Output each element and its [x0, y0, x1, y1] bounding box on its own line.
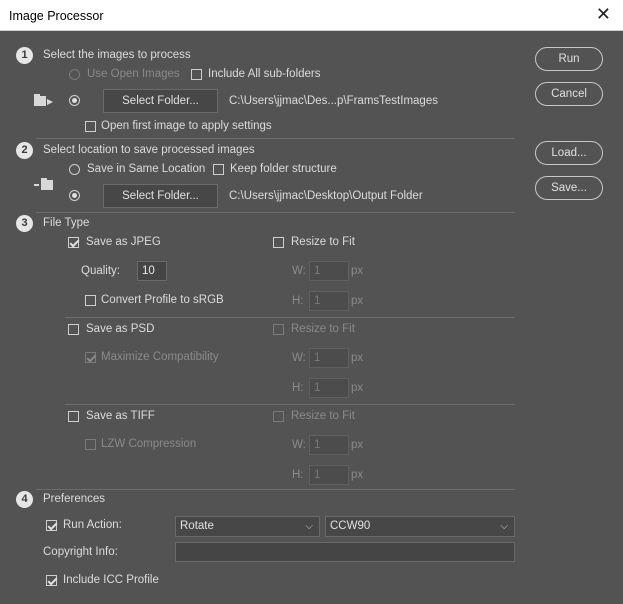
maximize-compatibility-checkbox[interactable] — [85, 352, 96, 363]
maximize-compatibility-label: Maximize Compatibility — [101, 351, 219, 363]
folder-import-icon — [34, 94, 53, 106]
use-open-images-radio[interactable] — [69, 69, 80, 80]
select-output-folder-button[interactable]: Select Folder... — [103, 184, 218, 208]
source-folder-path: C:\Users\jjmac\Des...p\FramsTestImages — [229, 95, 438, 107]
tiff-h-label: H: — [292, 469, 304, 481]
jpeg-width-input[interactable]: 1 — [309, 261, 349, 281]
jpeg-h-unit: px — [351, 295, 364, 307]
close-icon[interactable]: ✕ — [596, 4, 611, 25]
select-folder-radio[interactable] — [69, 95, 80, 106]
load-button[interactable]: Load... — [535, 141, 603, 165]
jpeg-w-unit: px — [351, 265, 364, 277]
action-value: CCW90 — [330, 520, 371, 532]
psd-w-unit: px — [351, 352, 364, 364]
jpeg-height-input[interactable]: 1 — [309, 291, 349, 311]
save-button[interactable]: Save... — [535, 176, 603, 200]
step-3-badge: 3 — [16, 215, 33, 232]
divider — [65, 404, 515, 405]
save-as-psd-label: Save as PSD — [86, 323, 155, 335]
cancel-button[interactable]: Cancel — [535, 82, 603, 106]
select-source-folder-button[interactable]: Select Folder... — [103, 89, 218, 113]
convert-srgb-checkbox[interactable] — [85, 295, 96, 306]
step-4-badge: 4 — [16, 491, 33, 508]
copyright-label: Copyright Info: — [43, 546, 118, 558]
psd-resize-label: Resize to Fit — [291, 323, 355, 335]
action-select[interactable]: CCW90 ⌵ — [325, 516, 515, 537]
divider — [36, 138, 515, 139]
run-button[interactable]: Run — [535, 47, 603, 71]
section4-title: Preferences — [43, 493, 106, 505]
title-bar: Image Processor ✕ — [0, 0, 623, 31]
tiff-w-label: W: — [292, 439, 306, 451]
include-icc-label: Include ICC Profile — [63, 574, 159, 586]
save-as-psd-checkbox[interactable] — [68, 324, 79, 335]
section3-title: File Type — [43, 217, 90, 229]
step-1-badge: 1 — [16, 47, 33, 64]
psd-h-label: H: — [292, 382, 304, 394]
convert-srgb-label: Convert Profile to sRGB — [101, 294, 224, 306]
run-action-checkbox[interactable] — [46, 520, 57, 531]
include-icc-checkbox[interactable] — [46, 575, 57, 586]
quality-input[interactable]: 10 — [137, 261, 167, 281]
copyright-input[interactable] — [175, 542, 515, 562]
tiff-w-unit: px — [351, 439, 364, 451]
include-subfolders-checkbox[interactable] — [191, 69, 202, 80]
save-same-location-label: Save in Same Location — [87, 163, 206, 175]
run-action-label: Run Action: — [63, 519, 122, 531]
jpeg-w-label: W: — [292, 265, 306, 277]
psd-resize-checkbox[interactable] — [273, 324, 284, 335]
save-same-location-radio[interactable] — [69, 164, 80, 175]
tiff-width-input[interactable]: 1 — [309, 435, 349, 455]
action-set-value: Rotate — [180, 520, 214, 532]
output-folder-path: C:\Users\jjmac\Desktop\Output Folder — [229, 190, 423, 202]
divider — [36, 489, 515, 490]
divider — [36, 212, 515, 213]
folder-export-icon — [34, 178, 53, 190]
tiff-resize-label: Resize to Fit — [291, 410, 355, 422]
lzw-compression-label: LZW Compression — [101, 438, 197, 450]
jpeg-h-label: H: — [292, 295, 304, 307]
window-title: Image Processor — [9, 9, 104, 23]
step-2-badge: 2 — [16, 142, 33, 159]
psd-height-input[interactable]: 1 — [309, 378, 349, 398]
divider — [65, 317, 515, 318]
jpeg-resize-label: Resize to Fit — [291, 236, 355, 248]
save-as-jpeg-label: Save as JPEG — [86, 236, 161, 248]
keep-folder-structure-label: Keep folder structure — [230, 163, 337, 175]
tiff-height-input[interactable]: 1 — [309, 465, 349, 485]
lzw-compression-checkbox[interactable] — [85, 439, 96, 450]
chevron-down-icon: ⌵ — [500, 521, 508, 532]
psd-width-input[interactable]: 1 — [309, 348, 349, 368]
jpeg-resize-checkbox[interactable] — [273, 237, 284, 248]
psd-w-label: W: — [292, 352, 306, 364]
use-open-images-label: Use Open Images — [87, 68, 180, 80]
section2-title: Select location to save processed images — [43, 144, 255, 156]
select-output-folder-radio[interactable] — [69, 190, 80, 201]
quality-label: Quality: — [81, 265, 120, 277]
save-as-tiff-label: Save as TIFF — [86, 410, 155, 422]
chevron-down-icon: ⌵ — [305, 521, 313, 532]
section1-title: Select the images to process — [43, 49, 191, 61]
include-subfolders-label: Include All sub-folders — [208, 68, 321, 80]
action-set-select[interactable]: Rotate ⌵ — [175, 516, 320, 537]
keep-folder-structure-checkbox[interactable] — [213, 164, 224, 175]
open-first-image-label: Open first image to apply settings — [101, 120, 272, 132]
tiff-h-unit: px — [351, 469, 364, 481]
tiff-resize-checkbox[interactable] — [273, 411, 284, 422]
save-as-jpeg-checkbox[interactable] — [68, 237, 79, 248]
open-first-image-checkbox[interactable] — [85, 121, 96, 132]
psd-h-unit: px — [351, 382, 364, 394]
save-as-tiff-checkbox[interactable] — [68, 411, 79, 422]
